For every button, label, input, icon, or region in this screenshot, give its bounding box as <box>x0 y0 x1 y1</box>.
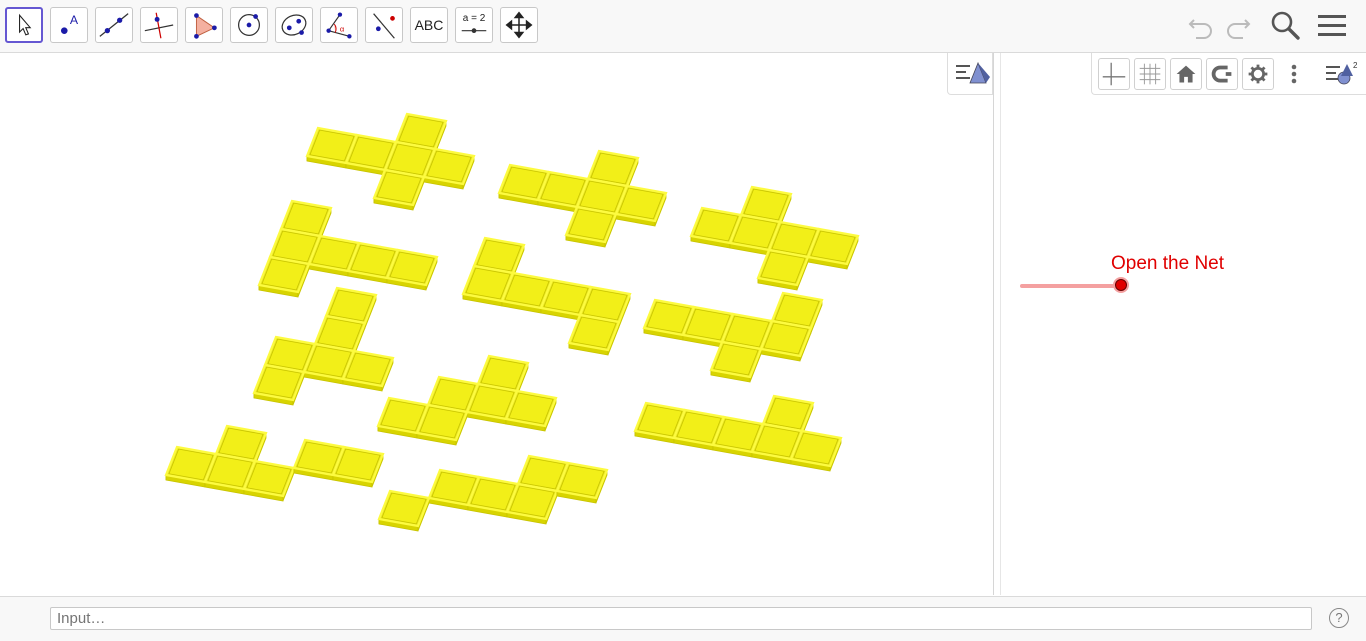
perpendicular-line-icon <box>144 12 174 39</box>
cube-net-10[interactable] <box>164 424 385 502</box>
point-a-icon: A <box>60 13 79 34</box>
more-options-button[interactable] <box>1282 58 1306 90</box>
help-icon: ? <box>1335 610 1343 625</box>
style-bar-3d-icon <box>956 61 990 84</box>
style-bar-2d-icon: 2 <box>1326 61 1358 85</box>
text-tool-button[interactable]: ABC <box>410 7 448 43</box>
text-tool-label: ABC <box>414 17 444 33</box>
redo-icon <box>1227 19 1251 39</box>
graphics-2d-style-bar: 2 <box>1091 53 1366 95</box>
toolbar: A α ABC a = 2 <box>0 0 1366 53</box>
conic-tool-button[interactable] <box>275 7 313 43</box>
polygon-tool-button[interactable] <box>185 7 223 43</box>
graphics-3d-style-bar-toggle[interactable] <box>947 53 993 95</box>
input-help-button[interactable]: ? <box>1329 608 1349 628</box>
graphics-2d-style-bar-toggle[interactable]: 2 <box>1322 58 1362 90</box>
cube-nets-canvas[interactable] <box>0 53 993 595</box>
undo-icon <box>1188 19 1212 39</box>
search-button[interactable] <box>1268 8 1302 42</box>
svg-text:α: α <box>340 25 345 34</box>
svg-text:2: 2 <box>1353 61 1358 70</box>
input-bar: ? <box>0 596 1366 641</box>
angle-tool-button[interactable]: α <box>320 7 358 43</box>
cube-net-11[interactable] <box>377 454 609 532</box>
line-through-points-icon <box>99 13 129 37</box>
line-tool-button[interactable] <box>95 7 133 43</box>
reflect-tool-button[interactable] <box>365 7 403 43</box>
cube-net-4[interactable] <box>257 199 439 298</box>
cube-net-1[interactable] <box>305 112 476 211</box>
move-arrows-icon <box>505 11 533 39</box>
slider-icon <box>461 28 487 34</box>
circle-tool-button[interactable] <box>230 7 268 43</box>
cube-net-3[interactable] <box>689 185 860 291</box>
cube-net-5[interactable] <box>461 236 632 356</box>
cursor-arrow-icon <box>19 13 32 36</box>
move-graphics-tool-button[interactable] <box>500 7 538 43</box>
open-net-slider-handle[interactable] <box>1115 279 1127 291</box>
magnet-icon <box>1211 65 1232 83</box>
svg-text:A: A <box>70 13 79 27</box>
perpendicular-line-tool-button[interactable] <box>140 7 178 43</box>
cube-net-8[interactable] <box>376 354 558 446</box>
graphics-3d-view[interactable] <box>0 53 993 595</box>
toggle-grid-button[interactable] <box>1134 58 1166 90</box>
open-net-slider-track[interactable] <box>1020 284 1122 288</box>
triangle-icon <box>194 13 217 39</box>
slider-tool-button[interactable]: a = 2 <box>455 7 493 43</box>
gear-icon <box>1248 64 1268 84</box>
cube-net-7[interactable] <box>252 286 395 406</box>
menu-icon <box>1318 15 1346 36</box>
view-splitter[interactable] <box>993 53 1001 595</box>
graphics-2d-view[interactable] <box>1001 53 1366 595</box>
point-capturing-button[interactable] <box>1206 58 1238 90</box>
standard-view-button[interactable] <box>1170 58 1202 90</box>
search-icon <box>1271 11 1300 40</box>
point-tool-button[interactable]: A <box>50 7 88 43</box>
home-icon <box>1176 65 1196 83</box>
toggle-axes-button[interactable] <box>1098 58 1130 90</box>
cube-net-6[interactable] <box>642 291 824 383</box>
graphics-settings-button[interactable] <box>1242 58 1274 90</box>
open-net-slider-label: Open the Net <box>1111 253 1225 274</box>
ellipse-icon <box>281 14 307 36</box>
angle-icon: α <box>326 12 352 39</box>
cube-net-2[interactable] <box>497 149 668 248</box>
redo-button[interactable] <box>1221 8 1255 42</box>
grid-icon <box>1139 63 1161 85</box>
cube-net-9[interactable] <box>633 394 843 472</box>
circle-center-icon <box>237 13 261 37</box>
more-vertical-icon <box>1291 64 1297 84</box>
algebra-input-field[interactable] <box>50 607 1312 630</box>
undo-button[interactable] <box>1184 8 1218 42</box>
move-tool-button[interactable] <box>5 7 43 43</box>
axes-icon <box>1102 62 1126 86</box>
reflect-line-icon <box>373 13 395 39</box>
main-menu-button[interactable] <box>1315 8 1349 42</box>
